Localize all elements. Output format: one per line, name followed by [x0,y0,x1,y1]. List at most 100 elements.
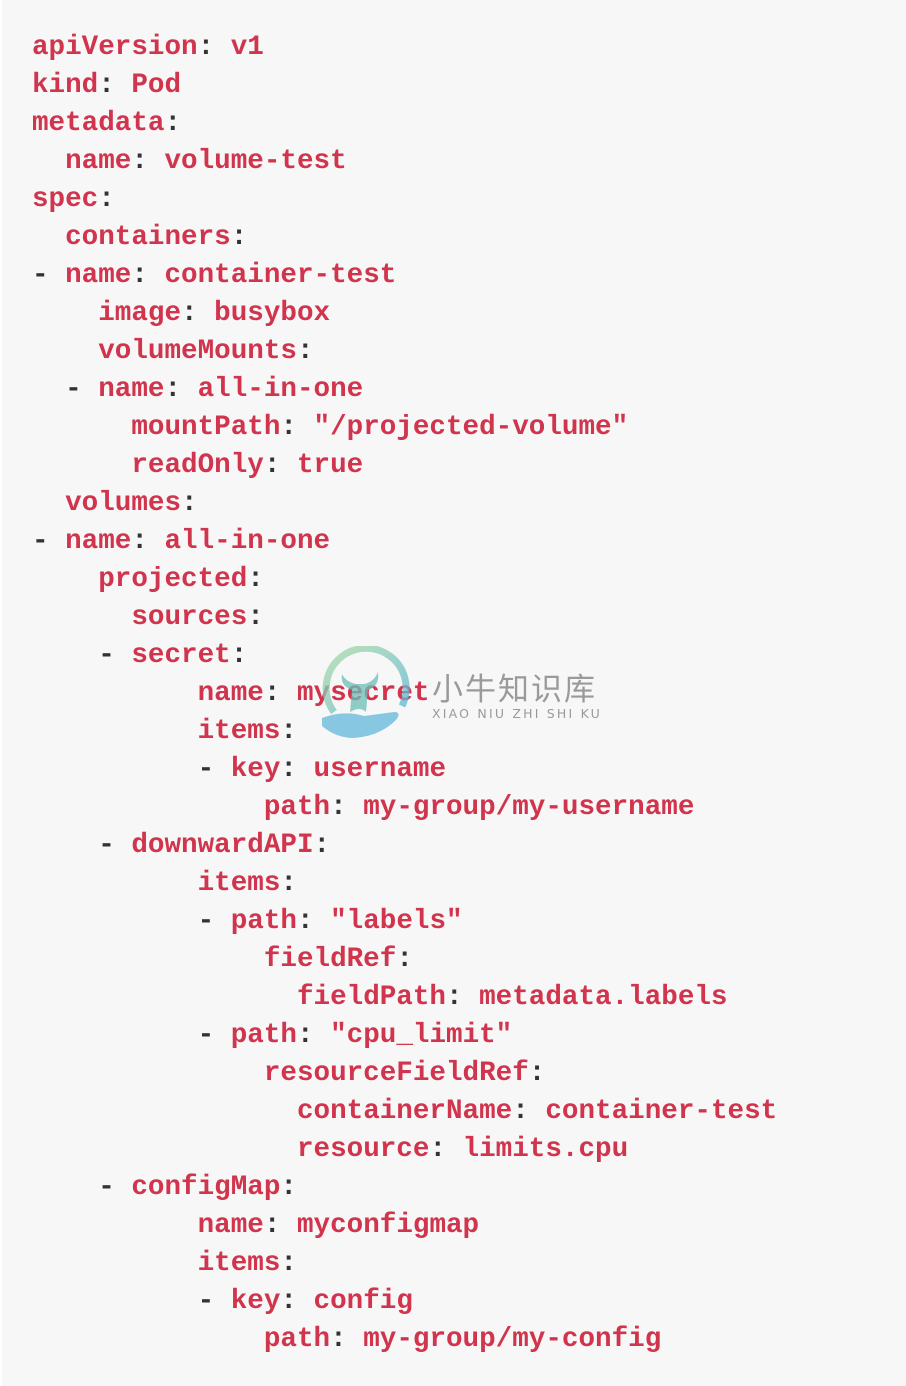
code-line: fieldRef: [32,941,777,979]
yaml-value: all-in-one [197,374,364,405]
colon: : [247,602,264,633]
yaml-key: volumeMounts [98,336,297,367]
colon: : [197,32,215,63]
yaml-value: volume-test [164,146,347,177]
code-line: - key: config [32,1283,777,1321]
yaml-value: container-test [164,260,397,291]
yaml-value: "/projected-volume" [313,412,629,443]
yaml-value: mysecret [296,678,430,709]
colon: : [98,184,115,215]
yaml-key: configMap [131,1172,281,1203]
yaml-key: name [197,678,264,709]
yaml-value: my-group/my-config [363,1324,662,1355]
yaml-code: apiVersion: v1 kind: Pod metadata: name: v… [32,29,777,1359]
code-line: name: volume-test [32,143,777,181]
yaml-key: name [65,260,132,291]
yaml-value: busybox [214,298,331,329]
colon: : [280,868,297,899]
yaml-key: readOnly [131,450,264,481]
code-line: mountPath: "/projected-volume" [32,409,777,447]
code-line: kind: Pod [32,67,777,105]
yaml-value: Pod [131,70,182,101]
code-line: - configMap: [32,1169,777,1207]
colon: : [181,298,198,329]
colon: : [330,792,347,823]
yaml-key: containers [65,222,231,253]
code-line: fieldPath: metadata.labels [32,979,777,1017]
code-line: items: [32,713,777,751]
yaml-key: sources [131,602,248,633]
yaml-key: downwardAPI [131,830,314,861]
code-line: resource: limits.cpu [32,1131,777,1169]
colon: : [396,944,413,975]
yaml-key: resource [296,1134,430,1165]
code-line: containers: [32,219,777,257]
colon: : [280,716,297,747]
colon: : [263,450,281,481]
list-dash: - [197,1020,231,1051]
colon: : [131,260,148,291]
colon: : [230,222,248,253]
code-line: metadata: [32,105,777,143]
code-line: spec: [32,181,777,219]
code-line: readOnly: true [32,447,777,485]
yaml-key: containerName [296,1096,513,1127]
code-line: - name: all-in-one [32,523,777,561]
colon: : [429,1134,446,1165]
yaml-value: metadata.labels [479,982,728,1013]
code-line: - name: all-in-one [32,371,777,409]
colon: : [280,754,297,785]
code-line: path: my-group/my-config [32,1321,777,1359]
colon: : [445,982,463,1013]
colon: : [131,146,148,177]
colon: : [280,1172,297,1203]
code-line: apiVersion: v1 [32,29,777,67]
code-line: resourceFieldRef: [32,1055,777,1093]
colon: : [131,526,148,557]
yaml-value: myconfigmap [296,1210,480,1241]
yaml-key: apiVersion [32,32,198,63]
list-dash: - [32,260,66,291]
code-line: name: myconfigmap [32,1207,777,1245]
list-dash: - [197,906,231,937]
colon: : [263,1210,281,1241]
list-dash: - [98,640,132,671]
code-line: items: [32,865,777,903]
yaml-key: secret [131,640,231,671]
yaml-key: projected [98,564,248,595]
colon: : [528,1058,546,1089]
code-line: path: my-group/my-username [32,789,777,827]
yaml-key: path [230,1020,297,1051]
yaml-value: true [296,450,364,481]
yaml-value: username [313,754,447,785]
code-line: sources: [32,599,777,637]
colon: : [280,1248,297,1279]
yaml-key: fieldRef [263,944,397,975]
yaml-key: name [98,374,165,405]
yaml-key: items [197,868,281,899]
colon: : [181,488,198,519]
code-line: - key: username [32,751,777,789]
colon: : [98,70,115,101]
colon: : [296,336,314,367]
yaml-key: key [230,754,281,785]
code-line: name: mysecret [32,675,777,713]
yaml-value: "cpu_limit" [330,1020,513,1051]
colon: : [330,1324,347,1355]
yaml-key: image [98,298,182,329]
code-block: apiVersion: v1 kind: Pod metadata: name: v… [2,0,906,1386]
code-line: - path: "labels" [32,903,777,941]
yaml-key: kind [32,70,99,101]
yaml-value: my-group/my-username [363,792,695,823]
code-line: projected: [32,561,777,599]
colon: : [164,374,182,405]
colon: : [280,1286,297,1317]
list-dash: - [98,830,132,861]
yaml-key: spec [32,184,99,215]
yaml-key: resourceFieldRef [263,1058,529,1089]
colon: : [313,830,331,861]
code-line: - secret: [32,637,777,675]
list-dash: - [197,1286,231,1317]
colon: : [164,108,182,139]
yaml-key: name [197,1210,264,1241]
